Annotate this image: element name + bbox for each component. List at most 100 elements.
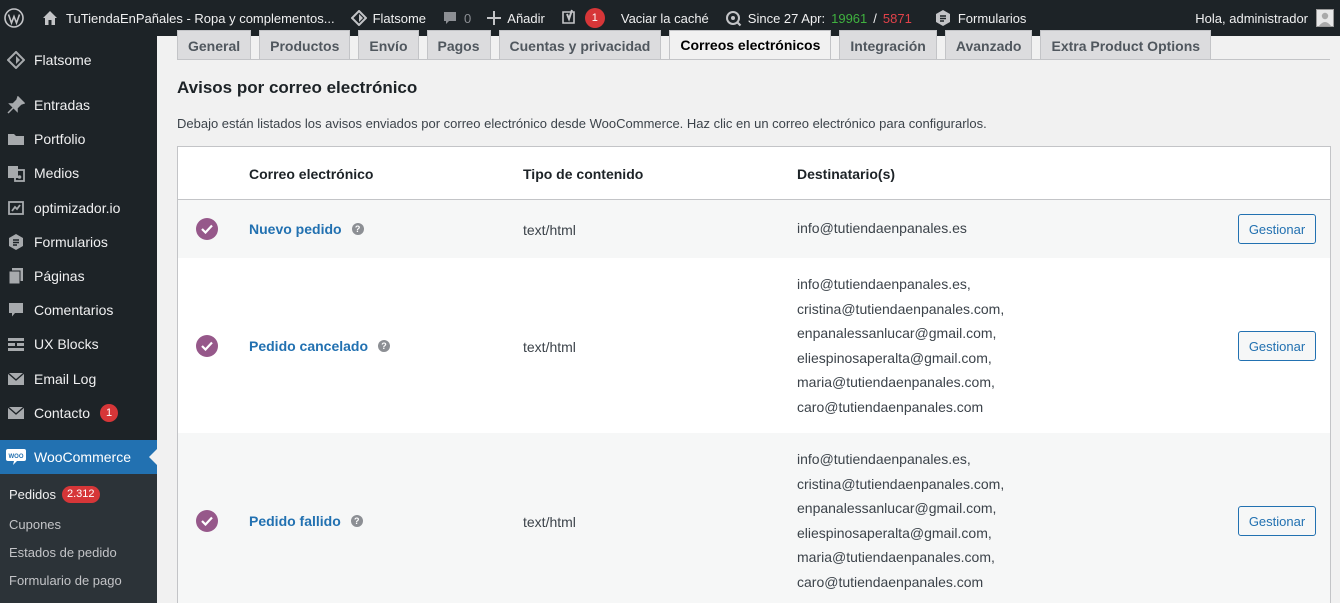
yoast-icon <box>562 9 575 24</box>
orders-badge: 2.312 <box>61 486 100 503</box>
submenu-item-label: Cupones <box>9 517 62 532</box>
comment-icon <box>444 12 457 24</box>
tab-pagos[interactable]: Pagos <box>426 30 491 60</box>
recipient: caro@tutiendaenpanales.com <box>797 573 984 590</box>
tab-general[interactable]: General <box>177 30 252 60</box>
sidebar-item-flatsome[interactable]: Flatsome <box>0 43 157 77</box>
sidebar-item-label: Formularios <box>34 234 108 250</box>
admin-sidebar: Flatsome Entradas Portfolio Medios optim… <box>0 36 157 603</box>
plus-icon <box>487 11 502 25</box>
recipient: maria@tutiendaenpanales.com, <box>797 374 995 390</box>
add-new-label: Añadir <box>507 10 545 26</box>
sidebar-item-formularios[interactable]: Formularios <box>0 225 157 259</box>
blocks-icon <box>6 334 26 354</box>
manage-button[interactable]: Gestionar <box>1238 214 1316 244</box>
enabled-check-icon <box>196 510 218 532</box>
yoast-badge: 1 <box>584 8 605 28</box>
home-icon <box>43 11 57 25</box>
avatar <box>1316 9 1334 27</box>
sidebar-item-label: Comentarios <box>34 302 114 318</box>
email-name-link[interactable]: Pedido fallido ? <box>249 513 363 529</box>
sidebar-item-label: Flatsome <box>34 52 92 68</box>
tab-cuentas[interactable]: Cuentas y privacidad <box>498 30 662 60</box>
recipient: enpanalessanlucar@gmail.com, <box>797 325 997 341</box>
recipient: cristina@tutiendaenpanales.com, <box>797 475 1005 492</box>
forms-label: Formularios <box>957 10 1027 26</box>
submenu-item-label: Formulario de pago <box>9 573 122 588</box>
sidebar-item-label: optimizador.io <box>34 200 121 216</box>
svg-text:WOO: WOO <box>9 454 24 460</box>
stats-red-value: 5871 <box>882 10 912 26</box>
submenu-item-cupones[interactable]: Cupones <box>9 517 61 532</box>
sidebar-item-ux-blocks[interactable]: UX Blocks <box>0 327 157 361</box>
submenu-item-label: Pedidos <box>9 487 56 502</box>
stats-icon <box>725 10 742 26</box>
tab-productos[interactable]: Productos <box>259 30 351 60</box>
sidebar-item-woocommerce[interactable]: WOO WooCommerce <box>0 440 157 474</box>
sidebar-item-label: UX Blocks <box>34 336 99 352</box>
submenu-item-estados[interactable]: Estados de pedido <box>9 545 117 560</box>
forms-icon <box>935 10 950 26</box>
settings-tabs: General Productos Envío Pagos Cuentas y … <box>177 30 1212 60</box>
sidebar-item-label: WooCommerce <box>34 449 131 465</box>
recipient: enpanalessanlucar@gmail.com, <box>797 500 997 516</box>
help-icon[interactable]: ? <box>351 223 364 235</box>
sidebar-item-email-log[interactable]: Email Log <box>0 362 157 396</box>
clear-cache-label: Vaciar la caché <box>620 10 709 26</box>
help-icon[interactable]: ? <box>378 340 391 352</box>
woocommerce-submenu: Pedidos 2.312 Cupones Estados de pedido … <box>0 474 157 603</box>
email-name-link[interactable]: Pedido cancelado ? <box>249 338 391 354</box>
contact-badge: 1 <box>100 404 119 422</box>
tab-envio[interactable]: Envío <box>358 30 419 60</box>
recipient: eliespinosaperalta@gmail.com, <box>797 349 992 366</box>
sidebar-item-portfolio[interactable]: Portfolio <box>0 122 157 156</box>
wordpress-logo-icon[interactable] <box>0 0 34 36</box>
flatsome-icon <box>6 50 26 70</box>
greeting: Hola, administrador <box>1195 10 1308 26</box>
email-name: Pedido cancelado <box>249 338 369 354</box>
recipient: maria@tutiendaenpanales.com, <box>797 549 995 565</box>
sidebar-item-optimizador[interactable]: optimizador.io <box>0 191 157 225</box>
sidebar-item-comentarios[interactable]: Comentarios <box>0 293 157 327</box>
manage-button[interactable]: Gestionar <box>1238 506 1316 536</box>
content-type: text/html <box>523 222 576 238</box>
sidebar-item-paginas[interactable]: Páginas <box>0 259 157 293</box>
tab-extra-product-options[interactable]: Extra Product Options <box>1040 30 1212 60</box>
sidebar-item-label: Contacto <box>34 405 91 421</box>
help-icon[interactable]: ? <box>350 515 363 527</box>
email-name-link[interactable]: Nuevo pedido ? <box>249 221 364 237</box>
comment-icon <box>6 300 26 320</box>
email-name: Nuevo pedido <box>249 221 342 237</box>
sidebar-item-contacto[interactable]: Contacto 1 <box>0 396 157 430</box>
flatsome-label: Flatsome <box>372 10 427 26</box>
column-header-email: Correo electrónico <box>249 166 374 182</box>
recipient: info@tutiendaenpanales.es, <box>797 451 971 467</box>
tab-correos[interactable]: Correos electrónicos <box>669 30 832 60</box>
tab-integracion[interactable]: Integración <box>839 30 937 60</box>
recipient: eliespinosaperalta@gmail.com, <box>797 524 992 541</box>
submenu-item-formulario-pago[interactable]: Formulario de pago <box>9 573 122 588</box>
sidebar-item-medios[interactable]: Medios <box>0 156 157 190</box>
submenu-item-pedidos[interactable]: Pedidos 2.312 <box>9 486 100 503</box>
table-row: Nuevo pedido ? text/html info@tutiendaen… <box>178 200 1330 258</box>
sidebar-item-label: Medios <box>34 165 80 181</box>
content-type: text/html <box>523 514 576 530</box>
recipient: caro@tutiendaenpanales.com <box>797 398 984 415</box>
email-name: Pedido fallido <box>249 513 341 529</box>
woocommerce-icon: WOO <box>6 447 26 467</box>
sidebar-item-entradas[interactable]: Entradas <box>0 88 157 122</box>
stats-separator: / <box>873 10 877 26</box>
column-header-recipients: Destinatario(s) <box>797 166 896 182</box>
table-row: Pedido cancelado ? text/html info@tutien… <box>178 258 1330 433</box>
sidebar-item-label: Entradas <box>34 97 91 113</box>
pages-icon <box>6 266 26 286</box>
recipients: info@tutiendaenpanales.es, cristina@tuti… <box>797 272 1004 419</box>
recipients: info@tutiendaenpanales.es <box>797 216 967 241</box>
content-type: text/html <box>523 339 576 355</box>
tab-avanzado[interactable]: Avanzado <box>944 30 1033 60</box>
manage-button[interactable]: Gestionar <box>1238 331 1316 361</box>
recipients: info@tutiendaenpanales.es, cristina@tuti… <box>797 447 1004 594</box>
page-description: Debajo están listados los avisos enviado… <box>177 116 987 131</box>
contact-icon <box>6 403 26 423</box>
optimizer-icon <box>6 198 26 218</box>
